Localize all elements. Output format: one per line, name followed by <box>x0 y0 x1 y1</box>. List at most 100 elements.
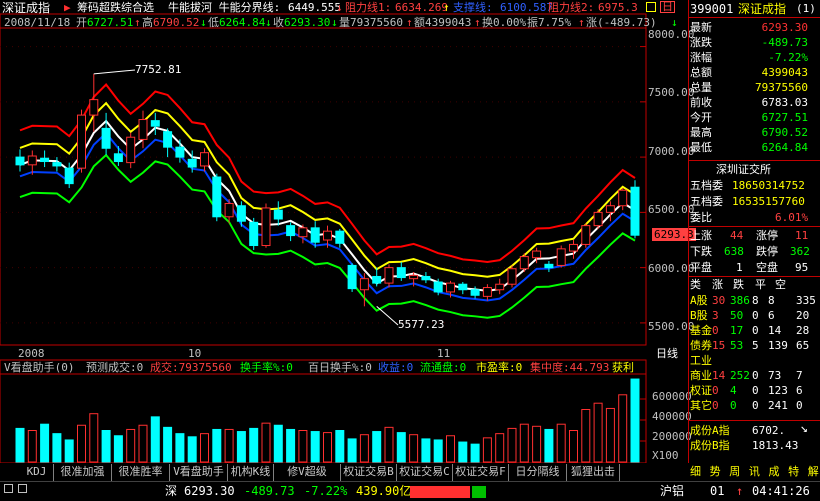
sector-col-header[interactable]: 平 <box>755 278 766 292</box>
sector-cell: 0 <box>712 399 719 412</box>
low-value: 6264.84 <box>219 16 266 29</box>
sector-col-header[interactable]: 空 <box>775 278 786 292</box>
checkbox-icon[interactable] <box>18 484 27 493</box>
candle-body <box>187 158 197 168</box>
quote-value: -7.22% <box>768 51 808 64</box>
indicator-tab[interactable]: 权证交易C <box>397 464 453 481</box>
amp-value: 7.75% <box>538 16 572 29</box>
candle-body <box>298 227 308 238</box>
indicator-tab[interactable]: V看盘助手 <box>170 464 228 481</box>
open-value: 6727.51 <box>87 16 134 29</box>
limit-up-value: 11 <box>795 229 809 242</box>
candle-body <box>163 131 173 148</box>
indicator-tab[interactable]: 机构K线 <box>228 464 274 481</box>
candle-body <box>347 264 357 290</box>
vol-field: 集中度:44.793 <box>530 361 610 374</box>
sector-cell: 241 <box>768 399 788 412</box>
volume-bar <box>507 427 517 463</box>
arrow-down-icon: ↓ <box>200 16 207 29</box>
candle-body <box>569 243 578 252</box>
vol-value: 79375560 <box>350 16 403 29</box>
indicator-tab[interactable]: 日分隔线 <box>509 464 567 481</box>
close-label: 收 <box>273 16 284 29</box>
square-icon[interactable] <box>646 2 656 12</box>
window-icon[interactable]: 日 <box>660 1 675 13</box>
right-panel-tabs[interactable]: 细 势 周 讯 成 特 解 <box>690 465 820 479</box>
r1-value: 6634.269 <box>395 1 448 14</box>
wb-value: 6.01% <box>775 211 809 224</box>
vol-frame <box>0 359 647 463</box>
indicator-tab[interactable]: 权证交易B <box>341 464 397 481</box>
quote-value: 6264.84 <box>761 141 808 154</box>
sector-cell: 0 <box>796 399 803 412</box>
sector-col-header[interactable]: 涨 <box>712 278 723 292</box>
high-annotation: 7752.81 <box>135 63 182 76</box>
sector-col-header[interactable]: 类 <box>690 278 701 292</box>
chg-label: 涨 <box>586 16 597 29</box>
sector-cell: 0 <box>712 384 719 397</box>
low-leader <box>376 305 399 326</box>
sector-col-header[interactable]: 跌 <box>733 278 744 292</box>
five-ask-label: 五档委 <box>690 195 723 208</box>
sector-cell: 14 <box>712 369 726 382</box>
r2-value: 6975.3 <box>598 1 638 14</box>
candle-body <box>64 167 74 185</box>
candle-body <box>519 256 529 270</box>
volume-bar <box>433 439 443 463</box>
flat-label: 平盘 <box>690 261 712 274</box>
indicator-tab[interactable]: 很准胜率 <box>112 464 170 481</box>
sector-cell: 0 <box>712 324 719 337</box>
sector-cell: 0 <box>752 309 759 322</box>
indicator-tab[interactable]: 权证交易F <box>453 464 509 481</box>
vol-field: 成交:79375560 <box>150 361 232 374</box>
idx-a-value: 6702. <box>752 424 786 437</box>
period-label[interactable]: 日线 <box>656 347 678 361</box>
candle-body <box>212 176 222 218</box>
volume-bar <box>150 416 160 463</box>
vol-field: 流通盘:0 <box>420 361 467 374</box>
candle-body <box>495 283 505 291</box>
divide-line <box>19 119 636 292</box>
sector-cell: 28 <box>796 324 810 337</box>
turn-value: 0.00% <box>493 16 527 29</box>
quote-row: 总额 4399043 <box>690 65 818 80</box>
volume-bar <box>593 402 603 463</box>
candle-body <box>40 157 50 163</box>
sector-cell: 73 <box>768 369 782 382</box>
volume-bar <box>126 428 136 463</box>
arrow-up-icon: ↑ <box>578 16 585 29</box>
idx-b-label: 成份B指 <box>690 439 730 452</box>
candlestick-chart[interactable] <box>0 0 688 347</box>
indicator-tab[interactable]: 修V超级MACD <box>274 464 341 494</box>
candle-body <box>261 207 271 247</box>
volume-bar <box>77 424 86 463</box>
quote-row: 涨跌 -489.73 <box>690 35 818 50</box>
idx-a-label: 成份A指 <box>690 424 730 437</box>
amt-value: 4399043 <box>425 16 472 29</box>
candle-body <box>556 248 566 266</box>
checkbox-icon[interactable] <box>4 484 13 493</box>
sector-cell: 123 <box>768 384 788 397</box>
volume-bar <box>40 423 50 463</box>
quote-row: 总量 79375560 <box>690 80 818 95</box>
indicator-tab[interactable]: 很准加强 <box>54 464 112 481</box>
quote-row: 前收 6783.03 <box>690 95 818 110</box>
exchange-name: 深圳证交所 <box>716 163 771 176</box>
indicator-tab[interactable]: KDJ <box>20 464 54 481</box>
volume-bar <box>15 427 25 463</box>
volume-bar <box>347 438 357 463</box>
sector-cell: 335 <box>796 294 816 307</box>
vol-panel-title: V看盘助手(0) <box>4 361 75 374</box>
vol-label: 量 <box>339 16 350 29</box>
limit-down-value: 362 <box>790 245 810 258</box>
sector-cell: 14 <box>768 324 782 337</box>
indicator-tab[interactable]: 狐狸出击 <box>567 464 620 481</box>
candle-body <box>470 289 480 296</box>
candle-body <box>249 221 259 247</box>
quote-label: 最低 <box>690 141 712 154</box>
sector-cell: 债券 <box>690 339 712 352</box>
vol-field: 换手率%:0 <box>240 361 293 374</box>
candle-body <box>200 152 209 167</box>
sector-cell: 0 <box>752 324 759 337</box>
vol-unit: X100 <box>652 449 679 462</box>
